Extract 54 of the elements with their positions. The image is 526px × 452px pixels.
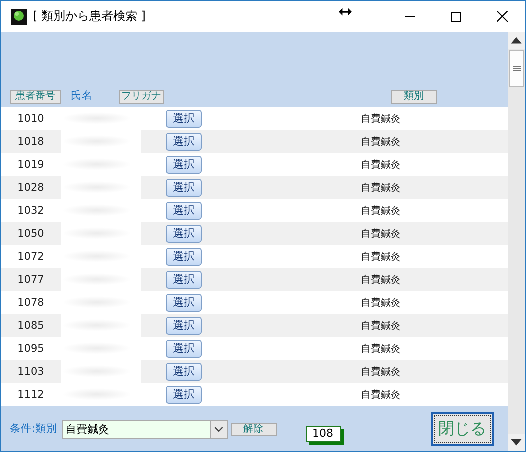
- patient-number-cell-text: 1050: [16, 228, 46, 240]
- category-cell-text: 自費鍼灸: [361, 274, 401, 286]
- patient-number-cell-text: 1095: [16, 342, 46, 354]
- select-button[interactable]: 選択: [166, 362, 202, 380]
- category-cell-text: 自費鍼灸: [361, 320, 401, 332]
- select-button[interactable]: 選択: [166, 224, 202, 242]
- column-header: 氏名: [71, 89, 93, 103]
- patient-number-cell-text: 1028: [16, 182, 46, 194]
- patient-number-cell-text: 1103: [16, 366, 46, 378]
- select-button[interactable]: 選択: [166, 386, 202, 404]
- select-button[interactable]: 選択: [166, 270, 202, 288]
- column-header[interactable]: 類別: [391, 90, 437, 104]
- resize-cursor-icon: [339, 8, 352, 16]
- select-button[interactable]: 選択: [166, 316, 202, 334]
- category-cell-text: 自費鍼灸: [361, 366, 401, 378]
- category-cell-text: 自費鍼灸: [361, 182, 401, 194]
- column-header[interactable]: フリガナ: [119, 90, 164, 104]
- category-cell-text: 自費鍼灸: [361, 388, 401, 402]
- patient-number-cell-text: 1078: [16, 296, 46, 308]
- app-icon: [11, 8, 27, 24]
- category-cell-text: 自費鍼灸: [361, 228, 401, 240]
- patient-number-cell-text: 1018: [16, 136, 46, 148]
- filter-label: 条件:類別: [10, 422, 58, 436]
- select-button[interactable]: 選択: [166, 110, 202, 128]
- category-cell-text: 自費鍼灸: [361, 342, 401, 356]
- category-cell-text: 自費鍼灸: [361, 136, 401, 148]
- select-button[interactable]: 選択: [166, 178, 202, 196]
- patient-number-cell-text: 1085: [16, 320, 46, 332]
- select-button[interactable]: 選択: [166, 132, 202, 150]
- select-button[interactable]: 選択: [166, 248, 202, 266]
- category-cell-text: 自費鍼灸: [361, 296, 401, 310]
- select-button[interactable]: 選択: [166, 340, 202, 358]
- category-cell-text: 自費鍼灸: [361, 158, 401, 172]
- patient-number-cell-text: 1019: [16, 158, 46, 170]
- record-count: 108: [306, 426, 341, 442]
- category-cell-text: 自費鍼灸: [361, 250, 401, 264]
- patient-number-cell-text: 1032: [16, 204, 46, 216]
- patient-number-cell-text: 1072: [16, 250, 46, 262]
- clear-button[interactable]: 解除: [230, 422, 277, 436]
- category-dropdown[interactable]: 自費鍼灸: [62, 420, 228, 438]
- grip-icon: [512, 66, 520, 72]
- window-title: [ 類別から患者検索 ]: [33, 8, 146, 25]
- column-header[interactable]: 患者番号: [10, 90, 61, 104]
- category-cell-text: 自費鍼灸: [361, 204, 401, 218]
- maximize-icon: [451, 12, 461, 22]
- select-button[interactable]: 選択: [166, 156, 202, 174]
- category-cell-text: 自費鍼灸: [361, 112, 401, 126]
- patient-number-cell-text: 1112: [16, 388, 46, 400]
- close-icon: [496, 11, 508, 22]
- select-button[interactable]: 選択: [166, 202, 202, 220]
- vertical-scrollbar[interactable]: [508, 32, 525, 451]
- select-button[interactable]: 選択: [166, 294, 202, 312]
- patient-number-cell-text: 1010: [16, 112, 46, 124]
- patient-number-cell-text: 1077: [16, 274, 46, 286]
